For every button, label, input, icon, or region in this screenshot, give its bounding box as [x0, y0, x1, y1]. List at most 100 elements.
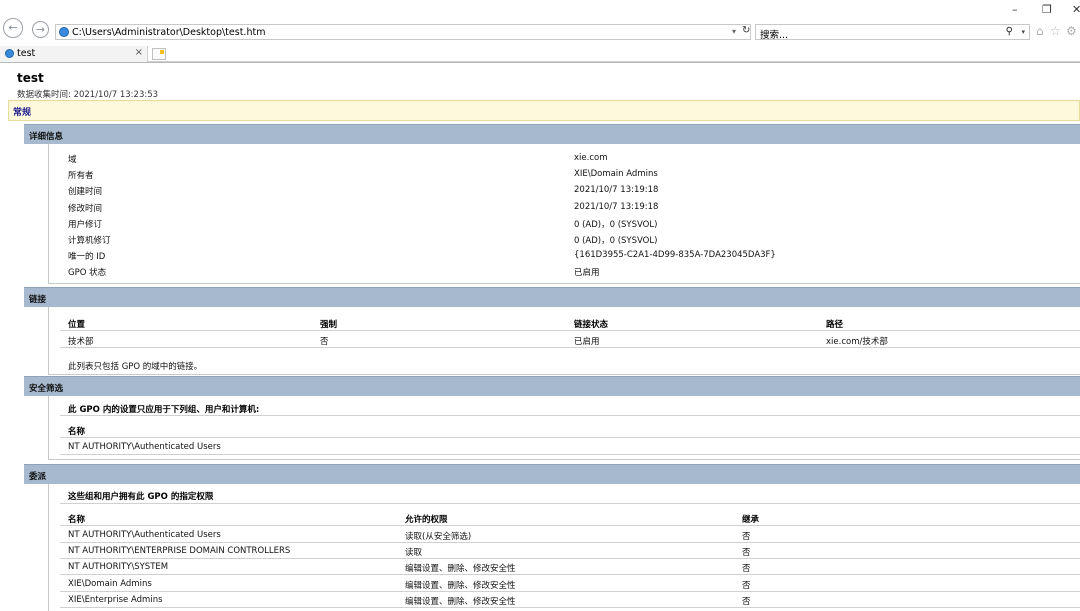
divider	[60, 542, 1080, 543]
detail-value: XIE\Domain Admins	[574, 169, 658, 180]
links-heading: 链接	[29, 295, 47, 305]
divider	[60, 330, 1080, 331]
links-column-header: 链接状态	[574, 320, 609, 330]
links-cell: 已启用	[574, 337, 600, 347]
delegation-cell: NT AUTHORITY\Authenticated Users	[68, 530, 221, 540]
ie-page-icon	[59, 27, 69, 37]
address-dropdown-icon[interactable]: ▾	[732, 27, 736, 36]
delegation-cell: 否	[742, 564, 751, 575]
tab-close-icon[interactable]: ×	[135, 47, 143, 58]
back-button[interactable]: ←	[3, 18, 23, 38]
delegation-cell: 编辑设置、删除、修改安全性	[405, 564, 516, 575]
divider	[60, 454, 1080, 455]
refresh-icon[interactable]: ↻	[742, 25, 750, 36]
detail-key: 域	[68, 155, 77, 165]
divider	[60, 525, 1080, 526]
links-column-header: 强制	[320, 320, 338, 330]
security-subtitle: 此 GPO 内的设置只应用于下列组、用户和计算机:	[68, 405, 260, 415]
home-icon[interactable]: ⌂	[1036, 24, 1044, 38]
delegation-cell: XIE\Domain Admins	[68, 578, 152, 589]
divider	[60, 590, 1080, 592]
tab-label: test	[17, 48, 36, 59]
security-filtering-header[interactable]: 安全筛选	[24, 376, 1080, 396]
report-page: test 数据收集时间: 2021/10/7 13:23:53 常规 详细信息 …	[0, 62, 1080, 611]
forward-button[interactable]: →	[32, 21, 49, 38]
security-filtering-heading: 安全筛选	[29, 384, 64, 394]
delegation-column-header: 允许的权限	[405, 515, 448, 525]
address-url: C:\Users\Administrator\Desktop\test.htm	[72, 27, 266, 38]
report-title: test	[17, 71, 44, 85]
detail-value: {161D3955-C2A1-4D99-835A-7DA23045DA3F}	[574, 250, 776, 261]
delegation-column-header: 继承	[742, 515, 760, 525]
divider	[60, 415, 1080, 416]
divider	[60, 606, 1080, 608]
detail-key: 所有者	[68, 171, 94, 182]
forward-arrow-icon: →	[35, 23, 46, 36]
browser-toolbar: – ❐ ✕ ← → C:\Users\Administrator\Desktop…	[0, 0, 1080, 46]
detail-key: 计算机修订	[68, 236, 111, 246]
delegation-cell: 否	[742, 532, 751, 542]
delegation-header[interactable]: 委派	[24, 464, 1080, 484]
links-cell: 否	[320, 337, 329, 347]
delegation-heading: 委派	[29, 472, 47, 482]
settings-gear-icon[interactable]: ⚙	[1066, 24, 1077, 38]
divider	[60, 437, 1080, 438]
favorites-star-icon[interactable]: ☆	[1050, 24, 1061, 38]
back-arrow-icon: ←	[8, 21, 18, 34]
details-heading: 详细信息	[29, 132, 64, 142]
delegation-column-header: 名称	[68, 515, 86, 525]
delegation-cell: NT AUTHORITY\ENTERPRISE DOMAIN CONTROLLE…	[68, 546, 291, 557]
divider	[60, 503, 1080, 504]
tab-test[interactable]: test ×	[0, 46, 148, 62]
detail-key: 唯一的 ID	[68, 252, 106, 263]
links-cell: xie.com/技术部	[826, 337, 888, 347]
links-header[interactable]: 链接	[24, 287, 1080, 307]
detail-value: 已启用	[574, 268, 600, 279]
security-cell: NT AUTHORITY\Authenticated Users	[68, 442, 221, 452]
search-icon[interactable]: ⚲	[1006, 26, 1013, 37]
links-body	[48, 307, 1080, 375]
detail-key: 修改时间	[68, 203, 103, 214]
collection-time: 数据收集时间: 2021/10/7 13:23:53	[17, 90, 159, 100]
detail-value: xie.com	[574, 153, 608, 163]
delegation-cell: 读取	[405, 548, 423, 559]
delegation-cell: 编辑设置、删除、修改安全性	[405, 596, 516, 607]
delegation-cell: 否	[742, 596, 751, 607]
new-tab-button[interactable]	[152, 48, 166, 60]
general-label[interactable]: 常规	[13, 105, 31, 118]
security-name-header: 名称	[68, 427, 86, 437]
delegation-subtitle: 这些组和用户拥有此 GPO 的指定权限	[68, 492, 214, 502]
detail-value: 2021/10/7 13:19:18	[574, 201, 659, 212]
minimize-button[interactable]: –	[1012, 3, 1018, 16]
links-note: 此列表只包括 GPO 的域中的链接。	[68, 362, 203, 372]
search-placeholder: 搜索...	[760, 30, 789, 41]
delegation-cell: NT AUTHORITY\SYSTEM	[68, 562, 169, 573]
general-section-bar[interactable]: 常规	[8, 100, 1080, 121]
divider	[60, 347, 1080, 348]
links-cell: 技术部	[68, 337, 94, 347]
divider	[60, 574, 1080, 576]
links-column-header: 位置	[68, 320, 86, 330]
close-window-button[interactable]: ✕	[1072, 3, 1080, 16]
details-body	[48, 144, 1080, 284]
detail-value: 2021/10/7 13:19:18	[574, 185, 659, 196]
divider	[60, 558, 1080, 560]
address-bar[interactable]: C:\Users\Administrator\Desktop\test.htm …	[55, 24, 751, 40]
detail-key: 创建时间	[68, 187, 103, 198]
detail-key: GPO 状态	[68, 268, 107, 279]
search-box[interactable]: 搜索... ⚲ ▾	[755, 24, 1030, 41]
delegation-cell: 编辑设置、删除、修改安全性	[405, 580, 516, 591]
delegation-cell: 否	[742, 580, 751, 591]
search-dropdown-icon[interactable]: ▾	[1021, 28, 1025, 36]
restore-button[interactable]: ❐	[1042, 3, 1052, 16]
detail-value: 0 (AD)，0 (SYSVOL)	[574, 236, 658, 246]
links-column-header: 路径	[826, 320, 844, 330]
tab-strip: test ×	[0, 46, 1080, 62]
delegation-cell: XIE\Enterprise Admins	[68, 594, 163, 605]
ie-tab-icon	[5, 49, 14, 58]
detail-value: 0 (AD)，0 (SYSVOL)	[574, 219, 658, 230]
delegation-cell: 读取(从安全筛选)	[405, 532, 472, 542]
detail-key: 用户修订	[68, 219, 103, 230]
details-header[interactable]: 详细信息	[24, 124, 1080, 144]
delegation-cell: 否	[742, 548, 751, 559]
